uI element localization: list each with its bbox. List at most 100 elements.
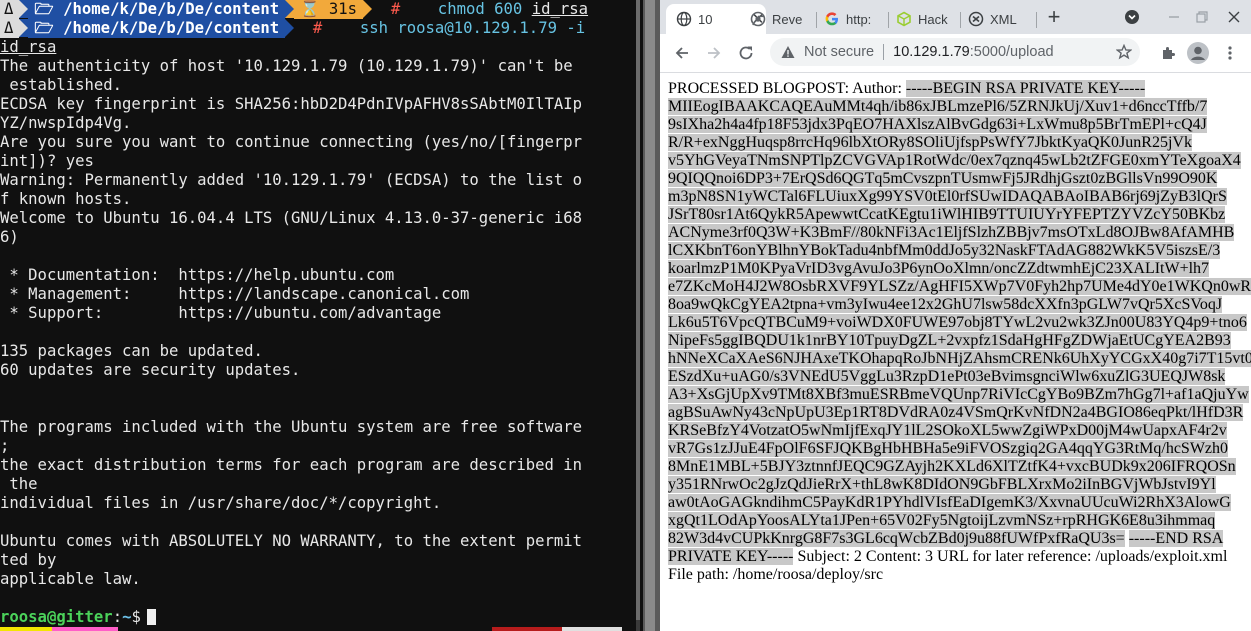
directory-part: /: [157, 19, 167, 37]
processed-blogpost-text: PROCESSED BLOGPOST: Author: -----BEGIN R…: [668, 80, 1251, 584]
terminal-output-line: * Management: https://landscape.canonica…: [0, 285, 470, 303]
terminal-output-line: ted by: [0, 551, 57, 569]
terminal-output-line: the: [0, 475, 38, 493]
directory-part: De: [185, 19, 204, 37]
tab-http[interactable]: http:: [814, 4, 888, 34]
status-strip-segment: [52, 627, 118, 631]
tab-title: XML: [990, 11, 1017, 27]
prompt-symbol: $: [131, 608, 141, 626]
back-arrow-icon[interactable]: [668, 39, 696, 67]
command-text: chmod 600: [419, 0, 532, 18]
directory-part: D: [138, 19, 148, 37]
profile-avatar-icon[interactable]: [1184, 39, 1212, 67]
tab-reve[interactable]: Reve: [740, 4, 814, 34]
rsa-key-line: xgQt1LOdApYoosALYta1JPen+65V02Fy5NgtoijL…: [668, 512, 1216, 529]
rsa-key-line: Lk6u5T6VpcQTBCuM9+voiWDX0FUWE97obj8TYwL2…: [668, 314, 1247, 331]
rsa-key-line: vR7Gs1zJJuE4FpOlF6SFJQKBgHbHBHa5e9iFVOSz…: [668, 440, 1229, 457]
rsa-key-line: 9QIQQnoi6DP3+7ErQSd6QGTq5mCvszpnTUsmwFj5…: [668, 170, 1218, 187]
terminal-output-line: The programs included with the Ubuntu sy…: [0, 418, 583, 436]
file-path-line: File path: /home/roosa/deploy/src: [668, 566, 884, 583]
google-icon: [824, 11, 840, 27]
url-path: :5000/upload: [969, 44, 1054, 60]
globe-icon: [676, 11, 692, 27]
folder-icon: 🗁: [34, 19, 64, 37]
terminal-output-line: 135 packages can be updated.: [0, 342, 263, 360]
directory-segment: 🗁 /home/k / De / b / De / content: [28, 19, 286, 38]
directory-part: D: [138, 0, 148, 18]
terminal-window[interactable]: Δ 🗁 /home/k / De / b / De / content ⌛ 31s # chmod …: [0, 0, 643, 631]
minimize-icon[interactable]: [1160, 3, 1188, 31]
terminal-output-line: * Support: https://ubuntu.com/advantage: [0, 304, 442, 322]
terminal-output-line: 60 updates are security updates.: [0, 361, 301, 379]
status-strip-segment: [118, 627, 492, 631]
tab-title: http:: [846, 11, 872, 27]
tab-title: 10: [698, 11, 713, 27]
shell-prompt: roosa@gitter:~$: [0, 608, 643, 627]
text-cursor: [146, 609, 156, 625]
command-argument: id_rsa: [531, 0, 589, 18]
new-tab-button[interactable]: +: [1040, 3, 1068, 31]
ubuntu-logo-icon: Δ: [0, 19, 20, 38]
prompt-host: gitter: [56, 608, 113, 626]
security-label[interactable]: Not secure: [804, 44, 874, 60]
rsa-key-line: KRSeBfzY4VotzatO5wNmIjfExqJY1lL2SOkoXL5w…: [668, 422, 1227, 439]
rsa-key-line: v5YhGVeyaTNmSNPTlpZCVGVAp1RotWdc/0ex7qzn…: [668, 152, 1241, 169]
close-window-icon[interactable]: [1220, 3, 1248, 31]
command-duration: 31s: [328, 0, 358, 18]
rsa-key-line: e7ZKcMoH4J2W8OsbRXVF9YLSZz/AgHFI5XWp7V0F…: [668, 278, 1251, 296]
reload-icon[interactable]: [732, 39, 760, 67]
address-bar[interactable]: Not secure 10.129.1.79:5000/upload: [770, 38, 1140, 66]
rsa-key-line: NipeFs5ggIBQDU1k1nrBY10TpuyDgZL+2vxpfz1S…: [668, 332, 1231, 349]
terminal-output-line: YZ/nwspIdp4Vg.: [0, 114, 132, 132]
tab-xml[interactable]: XML: [958, 4, 1032, 34]
bookmark-star-icon[interactable]: [1115, 43, 1133, 64]
forward-arrow-icon[interactable]: [700, 39, 728, 67]
tab-title: Reve: [772, 11, 803, 27]
restore-icon[interactable]: [1188, 3, 1216, 31]
rsa-key-line: ESzdXu+uAG0/s3VNEdU5VggLu3RzpD1ePt03eBvi…: [668, 368, 1226, 385]
directory-part: k: [119, 0, 129, 18]
hourglass-icon: ⌛: [300, 0, 329, 18]
rsa-key-line: agBSuAwNy43cNpUpU3Ep1RT8DVdRA0z4VSmQrKvN…: [668, 404, 1244, 421]
directory-part: content: [213, 19, 280, 37]
tab-title: Hack: [918, 11, 948, 27]
directory-part: /: [175, 19, 186, 37]
kebab-menu-icon[interactable]: [1216, 39, 1244, 67]
terminal-output: Δ 🗁 /home/k / De / b / De / content ⌛ 31s # chmod …: [0, 0, 643, 627]
rsa-key-end: -----END RSA: [1128, 530, 1224, 547]
directory-part: De: [185, 0, 204, 18]
extensions-puzzle-icon[interactable]: [1154, 39, 1182, 67]
directory-part: /: [175, 0, 186, 18]
rsa-key-line: R/R+exNggHuqsp8rrcHq96lbXtORy8SOliUjfspP…: [668, 134, 1192, 151]
terminal-output-line: f known hosts.: [0, 190, 132, 208]
prompt-at: @: [46, 608, 57, 626]
rsa-key-end-tail: PRIVATE KEY-----: [668, 548, 794, 565]
page-content: PROCESSED BLOGPOST: Author: -----BEGIN R…: [668, 80, 1251, 584]
tab-hack[interactable]: Hack: [886, 4, 960, 34]
blogpost-suffix: Subject: 2 Content: 3 URL for later refe…: [797, 548, 1228, 565]
folder-icon: 🗁: [34, 0, 64, 18]
prompt-user: roosa: [0, 608, 47, 626]
terminal-output-line: * Documentation: https://help.ubuntu.com: [0, 266, 395, 284]
rsa-key-line: ACNyme3rf0Q3W+K3BmF//80kNFi3Ac1EljfSlzhZ…: [668, 224, 1235, 241]
directory-segment: 🗁 /home/k / De / b / De / content: [28, 0, 286, 19]
rsa-key-line: 9sIXha2h4a4fp18F53jdx3PqEO7HAXlszAlBvGdg…: [668, 116, 1207, 133]
tab-search-icon[interactable]: [1118, 3, 1146, 31]
rsa-key-line: MIIEogIBAAKCAQEAuMMt4qh/ib86xJBLmzePl6/5…: [668, 98, 1208, 115]
terminal-scrollbar-thumb[interactable]: [636, 0, 640, 620]
rsa-key-line: aw0tAoGAGkndihmC5PayKdR1PYhdlVIsfEaDIgem…: [668, 494, 1231, 511]
directory-part: /: [203, 0, 214, 18]
terminal-status-strip: [0, 627, 622, 631]
status-strip-segment: [562, 627, 622, 631]
prompt-line: Δ 🗁 /home/k / De / b / De / content # ssh roosa@1…: [0, 19, 643, 38]
directory-part: /: [157, 0, 167, 18]
rsa-key-begin: -----BEGIN RSA PRIVATE KEY-----: [905, 80, 1146, 97]
warning-triangle-icon[interactable]: [780, 44, 796, 60]
command-argument: id_rsa: [0, 38, 57, 56]
chrome-icon: [750, 11, 766, 27]
